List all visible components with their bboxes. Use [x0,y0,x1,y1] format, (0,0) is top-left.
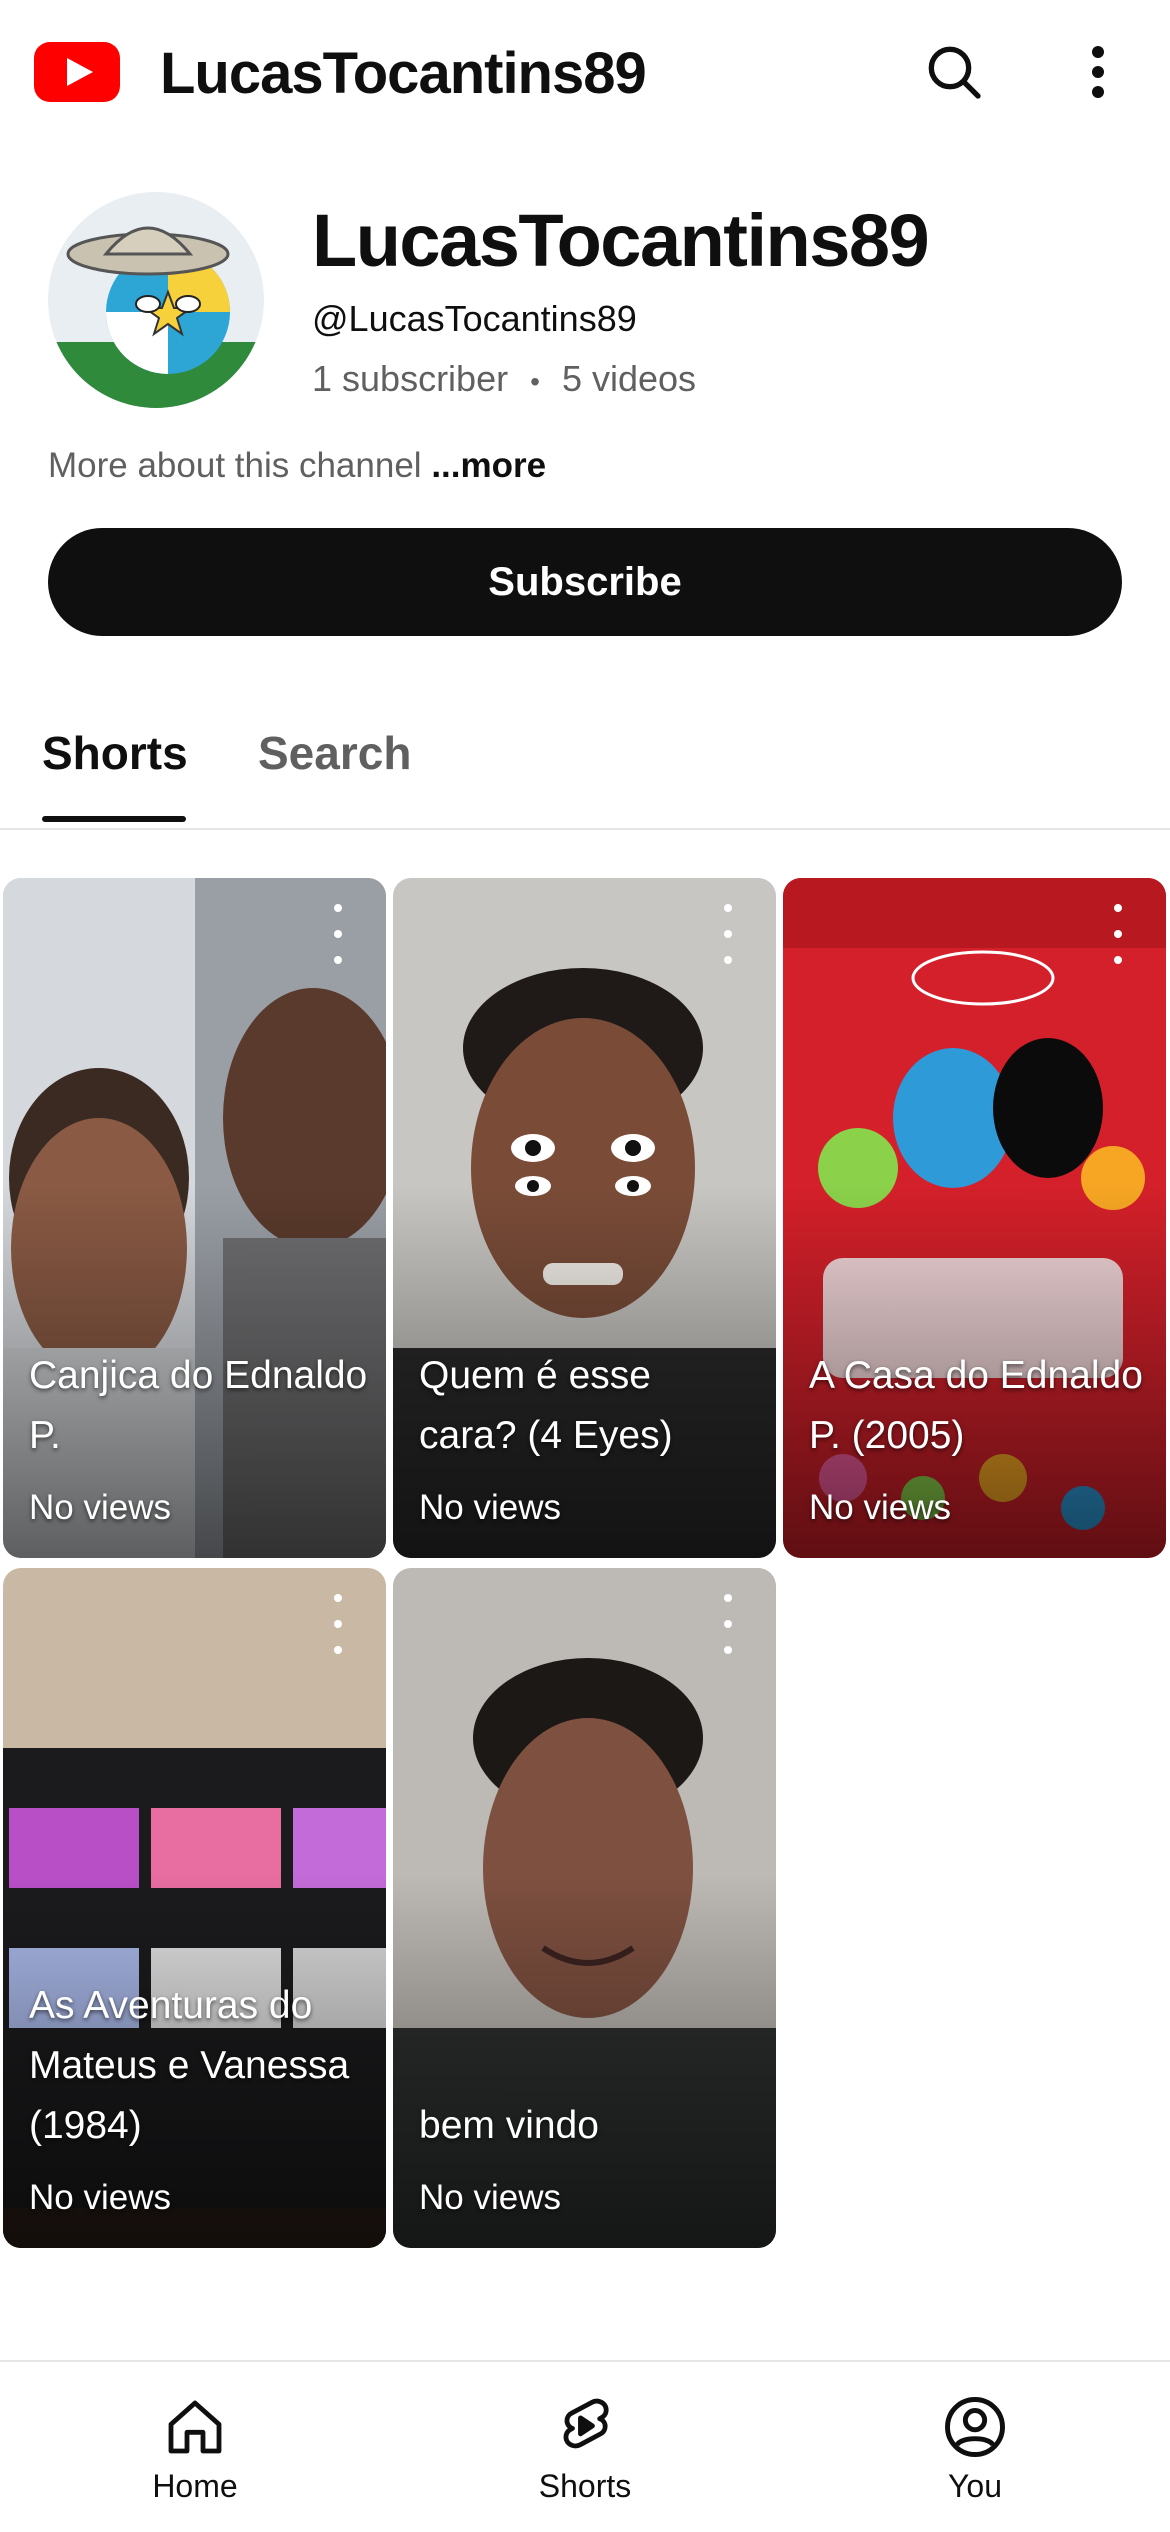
short-title: A Casa do Ednaldo P. (2005) [809,1354,1143,1457]
tab-shorts[interactable]: Shorts [42,726,188,780]
short-more-icon[interactable] [716,1594,740,1654]
short-more-icon[interactable] [716,904,740,964]
short-title: Quem é esse cara? (4 Eyes) [419,1354,673,1457]
app-bar-title: LucasTocantins89 [160,41,647,106]
nav-shorts[interactable]: Shorts [465,2362,705,2532]
active-tab-indicator [42,816,186,822]
search-icon[interactable] [914,32,994,112]
more-link[interactable]: ...more [431,446,546,485]
shorts-icon [550,2392,620,2462]
short-card[interactable]: As Aventuras do Mateus e Vanessa (1984) … [3,1568,386,2248]
nav-home[interactable]: Home [75,2362,315,2532]
nav-you[interactable]: You [855,2362,1095,2532]
short-title: bem vindo [419,2104,599,2147]
short-more-icon[interactable] [326,1594,350,1654]
channel-avatar[interactable] [48,192,264,408]
short-more-icon[interactable] [1106,904,1130,964]
short-card[interactable]: Quem é esse cara? (4 Eyes) No views [393,878,776,1558]
top-app-bar: LucasTocantins89 [0,0,1170,150]
nav-shorts-label: Shorts [538,2468,632,2504]
short-views: No views [419,2178,561,2217]
bottom-navigation: Home Shorts You [0,2360,1170,2532]
short-card[interactable]: Canjica do Ednaldo P. No views [3,878,386,1558]
home-icon [160,2392,230,2462]
subscriber-count: 1 subscriber [312,358,509,399]
more-vertical-icon[interactable] [1058,32,1138,112]
channel-stats: 1 subscriber • 5 videos [312,358,696,400]
stats-separator: • [530,366,540,397]
channel-handle: @LucasTocantins89 [312,298,637,339]
short-card[interactable]: bem vindo No views [393,1568,776,2248]
video-count: 5 videos [561,358,697,399]
short-title: As Aventuras do Mateus e Vanessa (1984) [29,1984,350,2147]
short-views: No views [419,1488,561,1527]
channel-tabs: Shorts Search [0,700,1170,830]
nav-home-label: Home [152,2468,238,2504]
youtube-logo-icon[interactable] [34,42,120,102]
short-title: Canjica do Ednaldo P. [29,1354,368,1457]
tab-search[interactable]: Search [258,726,411,780]
channel-about[interactable]: More about this channel ...more [48,446,546,486]
channel-name: LucasTocantins89 [312,199,930,282]
short-views: No views [29,2178,171,2217]
short-more-icon[interactable] [326,904,350,964]
about-text: More about this channel [48,446,422,485]
short-views: No views [809,1488,951,1527]
account-circle-icon [940,2392,1010,2462]
short-card[interactable]: A Casa do Ednaldo P. (2005) No views [783,878,1166,1558]
short-views: No views [29,1488,171,1527]
subscribe-button[interactable]: Subscribe [48,528,1122,636]
nav-you-label: You [948,2468,1002,2504]
